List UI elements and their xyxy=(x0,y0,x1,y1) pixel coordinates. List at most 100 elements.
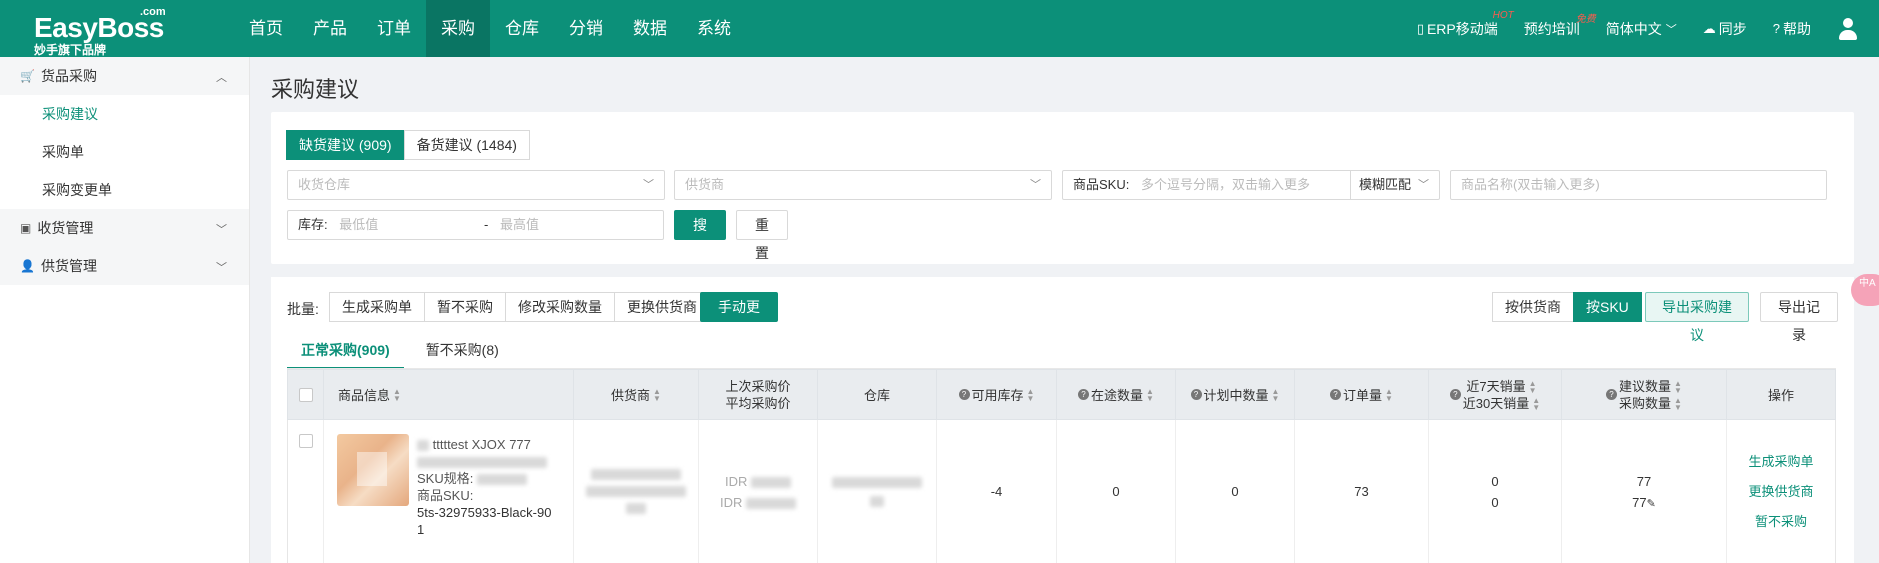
batch-edit-qty-button[interactable]: 修改采购数量 xyxy=(505,292,615,322)
nav-system[interactable]: 系统 xyxy=(682,0,746,57)
chevron-up-icon: ︿ xyxy=(216,72,227,84)
sidebar-group-supply[interactable]: 👤 供货管理 ﹀ xyxy=(0,247,249,285)
change-supplier-link[interactable]: 更换供货商 xyxy=(1748,477,1813,507)
suggest-qty-value: 77 xyxy=(1636,473,1652,489)
purchase-qty-editor[interactable]: 77✎ xyxy=(1632,495,1656,510)
nav-purchase[interactable]: 采购 xyxy=(426,0,490,57)
header-sales7-label: 近7天销量 xyxy=(1466,378,1526,394)
search-button[interactable]: 搜索 xyxy=(674,210,726,261)
stock-range-input[interactable]: 库存: 最低值 - 最高值 xyxy=(287,210,664,240)
help-button[interactable]: ? 帮助 xyxy=(1773,19,1811,39)
sidebar-item-purchase-suggestion[interactable]: 采购建议 xyxy=(0,95,249,133)
group-by-toggle: 按供货商 按SKU xyxy=(1492,292,1642,322)
floating-translate-badge[interactable]: 中A xyxy=(1851,274,1879,306)
row-checkbox-cell xyxy=(288,420,324,563)
manual-update-button[interactable]: 手动更新 xyxy=(700,292,778,343)
blurred-text xyxy=(586,486,686,497)
tab-stock-suggestion[interactable]: 备货建议 (1484) xyxy=(403,130,530,160)
order-qty-cell: 73 xyxy=(1295,420,1429,563)
sku-placeholder: 多个逗号分隔，双击输入更多 xyxy=(1140,177,1310,192)
brand-logo[interactable]: .com EasyBoss 妙手旗下品牌 xyxy=(34,6,174,57)
sidebar-item-purchase-change[interactable]: 采购变更单 xyxy=(0,171,249,209)
by-sku-button[interactable]: 按SKU xyxy=(1573,292,1642,322)
sort-icon: ▲ ▼ xyxy=(1026,386,1035,403)
chevron-down-icon: ﹀ xyxy=(1418,179,1429,191)
warehouse-cell xyxy=(818,420,937,563)
match-mode-select[interactable]: 模糊匹配 xyxy=(1359,171,1411,199)
row-checkbox[interactable] xyxy=(298,434,313,448)
sales7-value: 0 xyxy=(1491,473,1499,489)
product-sku-label: 商品SKU: xyxy=(417,488,474,503)
question-circle-icon: ? xyxy=(1606,389,1618,400)
header-suggest-qty-label: 建议数量 xyxy=(1619,378,1672,394)
create-order-link[interactable]: 生成采购单 xyxy=(1748,447,1813,477)
sidebar-item-purchase-order[interactable]: 采购单 xyxy=(0,133,249,171)
question-circle-icon: ? xyxy=(1449,389,1461,400)
last-price-currency: IDR xyxy=(724,473,748,489)
nav-products[interactable]: 产品 xyxy=(298,0,362,57)
language-select[interactable]: 简体中文 ﹀ xyxy=(1606,19,1677,39)
header-quantity[interactable]: ? 建议数量 ▲ ▼ 采购数量 ▲ ▼ xyxy=(1562,370,1727,419)
header-available-stock[interactable]: ? 可用库存 ▲ ▼ xyxy=(937,370,1057,419)
tab-paused-purchase[interactable]: 暂不采购(8) xyxy=(412,338,513,369)
product-name-placeholder: 商品名称(双击输入更多) xyxy=(1461,177,1600,192)
sidebar-group-label: 货品采购 xyxy=(40,68,97,84)
training-link[interactable]: 预约培训 免费 xyxy=(1523,14,1596,39)
sort-icon: ▲ ▼ xyxy=(653,386,661,403)
sort-icon: ▲ ▼ xyxy=(1528,379,1537,396)
by-supplier-button[interactable]: 按供货商 xyxy=(1492,292,1574,322)
sort-icon: ▲ ▼ xyxy=(1532,396,1541,413)
header-order-qty[interactable]: ? 订单量 ▲ ▼ xyxy=(1295,370,1429,419)
blurred-text xyxy=(476,474,527,486)
supplier-select[interactable]: 供货商 ﹀ xyxy=(674,170,1052,200)
blurred-text xyxy=(751,476,791,488)
nav-warehouse[interactable]: 仓库 xyxy=(490,0,554,57)
sidebar-group-receiving[interactable]: ▣ 收货管理 ﹀ xyxy=(0,209,249,247)
edit-pencil-icon[interactable]: ✎ xyxy=(1647,498,1656,510)
batch-pause-button[interactable]: 暂不采购 xyxy=(424,292,506,322)
training-label: 预约培训 xyxy=(1523,20,1580,37)
sidebar-group-label: 收货管理 xyxy=(37,220,94,236)
pause-purchase-link[interactable]: 暂不采购 xyxy=(1755,507,1807,537)
nav-data[interactable]: 数据 xyxy=(618,0,682,57)
sku-label: 商品SKU: xyxy=(1073,177,1130,192)
select-all-checkbox[interactable] xyxy=(298,387,313,402)
main-nav: 首页 产品 订单 采购 仓库 分销 数据 系统 xyxy=(234,0,746,57)
suggestion-type-tabs: 缺货建议 (909) 备货建议 (1484) xyxy=(286,130,530,160)
header-sales[interactable]: ? 近7天销量 ▲ ▼ 近30天销量 ▲ ▼ xyxy=(1429,370,1562,419)
export-record-button[interactable]: 导出记录 xyxy=(1760,292,1838,343)
erp-mobile-link[interactable]: ▯ ERP移动端 HOT xyxy=(1417,10,1514,39)
nav-distribution[interactable]: 分销 xyxy=(554,0,618,57)
user-avatar-icon[interactable] xyxy=(1837,17,1859,41)
price-cell: IDR IDR xyxy=(699,420,818,563)
sidebar-group-goods-purchase[interactable]: 🛒 货品采购 ︿ xyxy=(0,57,249,95)
purchase-qty-value: 77 xyxy=(1632,494,1647,510)
stock-max-placeholder[interactable]: 最高值 xyxy=(500,211,539,239)
header-supplier-label: 供货商 xyxy=(611,388,651,403)
batch-change-supplier-button[interactable]: 更换供货商 xyxy=(614,292,710,322)
product-name-input[interactable]: 商品名称(双击输入更多) xyxy=(1450,170,1827,200)
batch-create-order-button[interactable]: 生成采购单 xyxy=(329,292,425,322)
export-suggestion-button[interactable]: 导出采购建议 xyxy=(1645,292,1749,343)
nav-home[interactable]: 首页 xyxy=(234,0,298,57)
sku-search-input[interactable]: 商品SKU: 多个逗号分隔，双击输入更多 模糊匹配 ﹀ xyxy=(1062,170,1440,200)
header-in-transit[interactable]: ? 在途数量 ▲ ▼ xyxy=(1057,370,1176,419)
nav-orders[interactable]: 订单 xyxy=(362,0,426,57)
product-thumbnail[interactable] xyxy=(337,434,409,506)
warehouse-select[interactable]: 收货仓库 ﹀ xyxy=(287,170,665,200)
tab-shortage-suggestion[interactable]: 缺货建议 (909) xyxy=(286,130,405,160)
header-price: 上次采购价 平均采购价 xyxy=(699,370,818,419)
header-supplier[interactable]: 供货商 ▲ ▼ xyxy=(574,370,699,419)
header-product[interactable]: 商品信息 ▲ ▼ xyxy=(324,370,574,419)
stock-min-placeholder[interactable]: 最低值 xyxy=(339,217,378,232)
header-operations: 操作 xyxy=(1767,388,1794,403)
header-in-transit-label: 在途数量 xyxy=(1091,388,1144,403)
product-title[interactable]: tttttest XJOX 777 xyxy=(433,437,531,452)
sync-button[interactable]: ☁ 同步 xyxy=(1703,19,1747,39)
reset-button[interactable]: 重置 xyxy=(736,210,788,261)
sync-label: 同步 xyxy=(1718,20,1747,37)
batch-label: 批量: xyxy=(287,301,319,317)
tab-normal-purchase[interactable]: 正常采购(909) xyxy=(287,338,404,369)
language-label: 简体中文 xyxy=(1605,20,1662,37)
header-planning[interactable]: ? 计划中数量 ▲ ▼ xyxy=(1176,370,1295,419)
